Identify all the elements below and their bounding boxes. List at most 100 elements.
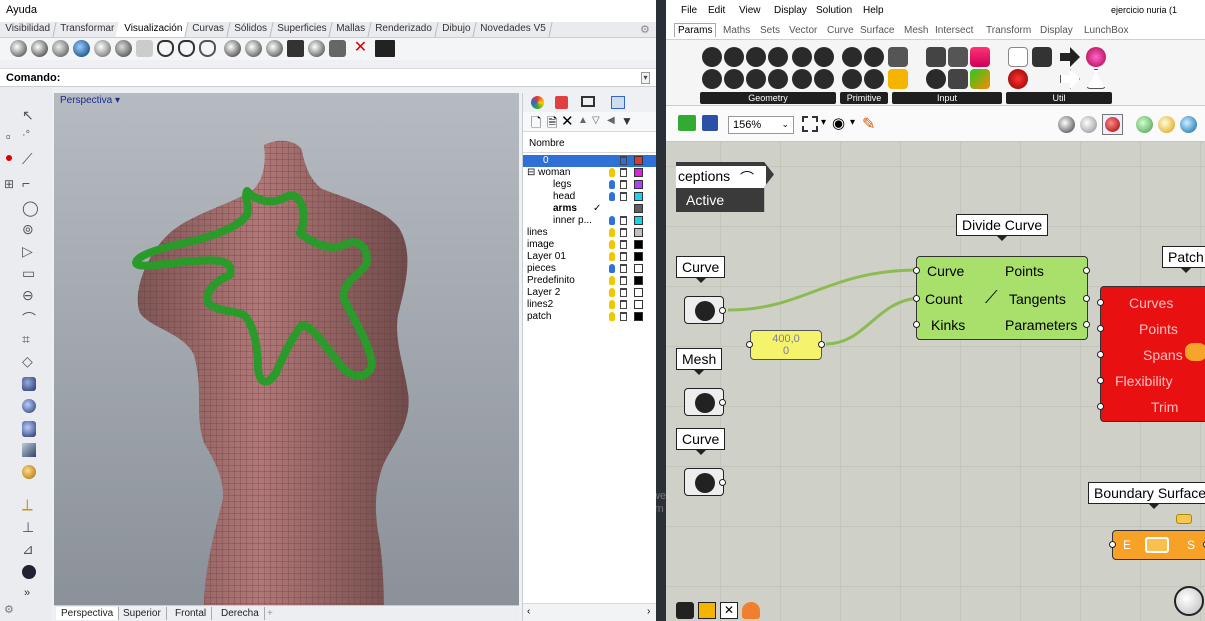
layer-row[interactable]: 0 [523, 155, 656, 167]
tab-vector[interactable]: Vector [789, 25, 817, 36]
input-grip[interactable] [913, 295, 920, 302]
exceptions-component[interactable]: ceptions ⌒ Active [676, 162, 774, 212]
gradient-param-icon[interactable] [970, 47, 990, 67]
tab-derecha[interactable]: Derecha [216, 607, 265, 620]
sphere-solid-icon[interactable] [22, 399, 36, 413]
input-grip[interactable] [1097, 403, 1104, 410]
button-param-icon[interactable] [926, 69, 946, 89]
command-scroll-button[interactable]: ▾ [641, 72, 650, 84]
new-sublayer-icon[interactable]: 🗎 [547, 114, 557, 136]
point-param-icon[interactable] [814, 69, 834, 89]
layer-color-swatch[interactable] [634, 276, 643, 285]
visibility-bulb-icon[interactable] [609, 168, 615, 177]
visibility-bulb-icon[interactable] [609, 276, 615, 285]
visibility-bulb-icon[interactable] [609, 228, 615, 237]
mesh-param-icon[interactable] [768, 69, 788, 89]
move-down-icon[interactable]: ▽ [592, 115, 600, 126]
new-layer-icon[interactable]: 🗋 [531, 114, 541, 136]
input-curves[interactable]: Curves [1129, 295, 1173, 311]
lock-icon[interactable] [620, 264, 627, 273]
layer-row[interactable]: inner p... [523, 215, 656, 227]
viewport-title[interactable]: Perspectiva ▾ [60, 95, 120, 106]
tab-curve[interactable]: Curve [827, 25, 854, 36]
pen-icon[interactable] [136, 40, 153, 57]
environment-icon[interactable] [308, 40, 325, 57]
tab-visualizacion[interactable]: Visualización [115, 22, 189, 37]
visibility-bulb-icon[interactable] [609, 252, 615, 261]
circle-icon[interactable]: ◯ [22, 199, 39, 217]
hand-icon[interactable] [1032, 47, 1052, 67]
group-geometry[interactable]: Geometry [700, 92, 836, 104]
panel-param-icon[interactable] [888, 47, 908, 67]
cherries-icon[interactable] [1008, 69, 1028, 89]
input-grip[interactable] [913, 267, 920, 274]
patch-component[interactable]: Curves Points Spans Flexibility Trim [1097, 286, 1205, 422]
boundary-surfaces-component[interactable]: E S [1109, 530, 1205, 560]
block-icon[interactable]: ⊿ [22, 541, 38, 557]
layer-row[interactable]: image [523, 239, 656, 251]
layer-row[interactable]: patch [523, 311, 656, 323]
menu-display[interactable]: Display [774, 5, 807, 16]
input-grip[interactable] [1109, 541, 1116, 548]
flatshade-icon[interactable] [157, 40, 174, 57]
tab-transform[interactable]: Transform [986, 25, 1031, 36]
layer-color-swatch[interactable] [634, 180, 643, 189]
visibility-bulb-icon[interactable] [609, 264, 615, 273]
output-parameters[interactable]: Parameters [1005, 317, 1077, 333]
output-grip[interactable] [1083, 267, 1090, 274]
fillet-icon[interactable]: ⌒ [22, 309, 38, 327]
point-icon[interactable]: ▫ [6, 129, 22, 145]
divide-curve-component[interactable]: Curve Count Kinks Points Tangents Parame… [913, 256, 1090, 340]
layer-color-swatch[interactable] [634, 240, 643, 249]
visibility-bulb-icon[interactable] [609, 240, 615, 249]
menu-help[interactable]: Help [863, 5, 884, 16]
input-kinks[interactable]: Kinks [931, 317, 965, 333]
boolean-param-icon[interactable] [842, 47, 862, 67]
tab-curvas[interactable]: Curvas [183, 22, 231, 37]
group-input[interactable]: Input [892, 92, 1002, 104]
ghosted-icon[interactable] [52, 40, 69, 57]
perspective-viewport[interactable] [54, 93, 519, 605]
filter-icon[interactable]: ▼ [621, 114, 633, 128]
tab-superior[interactable]: Superior [118, 607, 167, 620]
lock-icon[interactable] [620, 312, 627, 321]
tab-solidos[interactable]: Sólidos [225, 22, 274, 37]
rendered-icon[interactable] [31, 40, 48, 57]
field-param-icon[interactable] [814, 47, 834, 67]
layer-row[interactable]: lines [523, 227, 656, 239]
visibility-bulb-icon[interactable] [609, 300, 615, 309]
layer-row[interactable]: arms ✓ [523, 203, 656, 215]
output-surfaces[interactable]: S [1187, 538, 1195, 552]
offset-icon[interactable]: ⌗ [22, 331, 38, 347]
tab-novedades[interactable]: Novedades V5 [471, 22, 553, 37]
tab-display[interactable]: Display [1040, 25, 1073, 36]
sun-icon[interactable] [224, 40, 241, 57]
horizontal-scrollbar[interactable]: ‹ › [523, 603, 656, 621]
output-grip[interactable] [1083, 321, 1090, 328]
preview-shaded-icon[interactable] [1080, 116, 1097, 133]
image-sampler-icon[interactable] [970, 69, 990, 89]
input-flexibility[interactable]: Flexibility [1115, 373, 1173, 389]
save-icon[interactable] [702, 115, 718, 131]
monitor-icon[interactable] [375, 40, 395, 57]
curve-param-icon[interactable] [792, 47, 812, 67]
brep-param-icon[interactable] [724, 47, 744, 67]
tab-mallas[interactable]: Mallas [327, 22, 372, 37]
menu-edit[interactable]: Edit [708, 5, 725, 16]
menu-view[interactable]: View [739, 5, 761, 16]
line-param-icon[interactable] [746, 69, 766, 89]
layer-row[interactable]: lines2 [523, 299, 656, 311]
layer-color-swatch[interactable] [634, 264, 643, 273]
xray-icon[interactable] [73, 40, 90, 57]
polygon-icon[interactable]: ⊖ [22, 287, 38, 303]
select-icon[interactable]: ↖ [22, 107, 38, 123]
settings-icon[interactable]: ⚙ [4, 603, 20, 619]
graph-mapper-icon[interactable] [888, 69, 908, 89]
layer-color-swatch[interactable] [634, 288, 643, 297]
panel-input-grip[interactable] [746, 341, 753, 348]
layer-color-swatch[interactable] [634, 228, 643, 237]
input-grip[interactable] [913, 321, 920, 328]
lock-icon[interactable] [620, 288, 627, 297]
output-grip[interactable] [719, 307, 726, 314]
bake-icon[interactable] [1158, 116, 1175, 133]
